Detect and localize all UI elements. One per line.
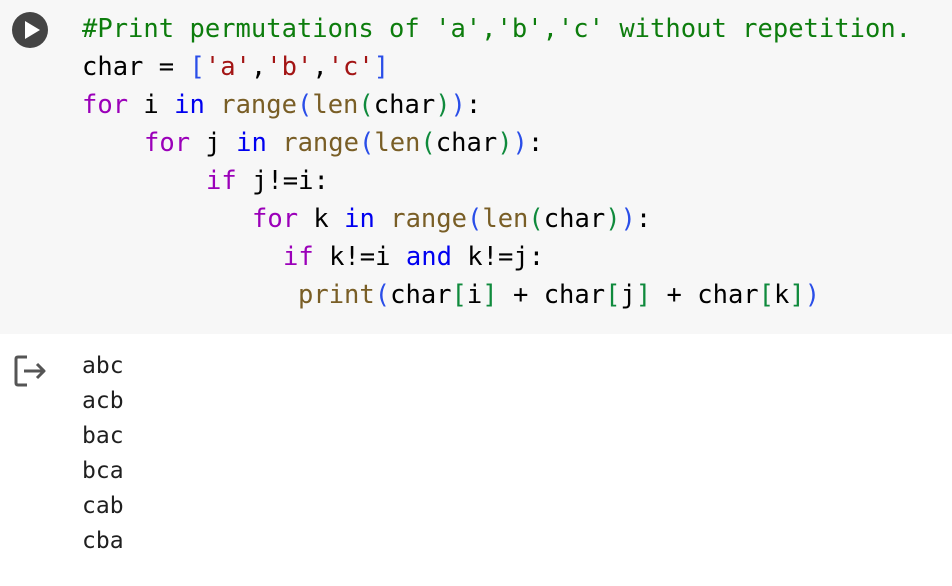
paren-open: ( — [358, 90, 374, 120]
paren-close: ) — [435, 90, 451, 120]
output-line: bac — [82, 423, 124, 449]
kw-for: for — [252, 204, 299, 234]
var-char: char — [390, 280, 452, 310]
run-cell-button[interactable] — [12, 12, 48, 48]
paren-open: ( — [466, 204, 483, 234]
paren-open: ( — [374, 280, 391, 310]
paren-close: ) — [497, 128, 513, 158]
kw-and: and — [405, 242, 452, 272]
paren-open: ( — [420, 128, 436, 158]
assign-op: = — [143, 52, 190, 82]
code-cell[interactable]: #Print permutations of 'a','b','c' witho… — [0, 0, 952, 334]
list-open: [ — [189, 52, 205, 82]
var-j: j — [620, 280, 636, 310]
paren-close: ) — [620, 204, 636, 234]
paren-open: ( — [528, 204, 544, 234]
output-arrow-icon[interactable] — [12, 352, 50, 394]
fn-print: print — [298, 280, 375, 310]
output-line: cab — [82, 493, 124, 519]
code-line-for-i: for i in range(len(char)): — [82, 86, 481, 124]
comma: , — [250, 52, 267, 82]
string-a: 'a' — [204, 52, 251, 82]
string-b: 'b' — [266, 52, 313, 82]
output-line: bca — [82, 458, 124, 484]
fn-len: len — [374, 128, 421, 158]
fn-range: range — [220, 90, 297, 120]
paren-open: ( — [358, 128, 375, 158]
output-line: abc — [82, 353, 124, 379]
var-char: char — [435, 128, 498, 158]
fn-len: len — [312, 90, 359, 120]
code-line-if-j: if j!=i: — [206, 162, 329, 200]
bracket-close: ] — [635, 280, 652, 310]
paren-open: ( — [296, 90, 313, 120]
list-close: ] — [373, 52, 390, 82]
cond-k-ne-j: k!=j — [467, 242, 529, 272]
colon: : — [465, 90, 482, 120]
kw-in: in — [344, 204, 375, 234]
fn-range: range — [282, 128, 359, 158]
var-i: i — [143, 90, 159, 120]
code-line-if-k: if k!=i and k!=j: — [283, 238, 544, 276]
kw-in: in — [174, 90, 205, 120]
code-line-assign: char = ['a','b','c'] — [82, 48, 389, 86]
play-icon — [25, 21, 40, 39]
var-char: char — [697, 280, 759, 310]
paren-close: ) — [804, 280, 821, 310]
paren-close: ) — [450, 90, 466, 120]
output-area: abc acb bac bca cab cba — [0, 334, 952, 586]
colon: : — [635, 204, 652, 234]
fn-range: range — [390, 204, 467, 234]
kw-in: in — [236, 128, 267, 158]
var-char: char — [543, 204, 606, 234]
kw-for: for — [144, 128, 191, 158]
var-j: j — [205, 128, 221, 158]
kw-if: if — [206, 166, 237, 196]
cond-j-ne-i: j!=i — [252, 166, 314, 196]
plus-op: + — [497, 280, 544, 310]
var-char: char — [82, 52, 144, 82]
code-comment-line: #Print permutations of 'a','b','c' witho… — [82, 14, 912, 44]
paren-close: ) — [605, 204, 621, 234]
code-line-for-k: for k in range(len(char)): — [252, 200, 651, 238]
colon: : — [313, 166, 329, 196]
output-line: cba — [82, 528, 124, 554]
colon: : — [528, 242, 545, 272]
var-char: char — [543, 280, 606, 310]
bracket-open: [ — [605, 280, 621, 310]
bracket-open: [ — [451, 280, 467, 310]
fn-len: len — [482, 204, 529, 234]
paren-close: ) — [512, 128, 528, 158]
code-line-print: print(char[i] + char[j] + char[k]) — [298, 276, 820, 314]
var-k: k — [313, 204, 329, 234]
code-line-for-j: for j in range(len(char)): — [144, 124, 543, 162]
string-c: 'c' — [327, 52, 374, 82]
plus-op: + — [651, 280, 698, 310]
bracket-close: ] — [482, 280, 498, 310]
kw-for: for — [82, 90, 129, 120]
bracket-open: [ — [758, 280, 775, 310]
var-k: k — [774, 280, 790, 310]
kw-if: if — [283, 242, 314, 272]
colon: : — [527, 128, 544, 158]
bracket-close: ] — [789, 280, 805, 310]
cond-k-ne-i: k!=i — [329, 242, 391, 272]
output-line: acb — [82, 388, 124, 414]
var-i: i — [466, 280, 483, 310]
var-char: char — [373, 90, 436, 120]
comma: , — [312, 52, 328, 82]
